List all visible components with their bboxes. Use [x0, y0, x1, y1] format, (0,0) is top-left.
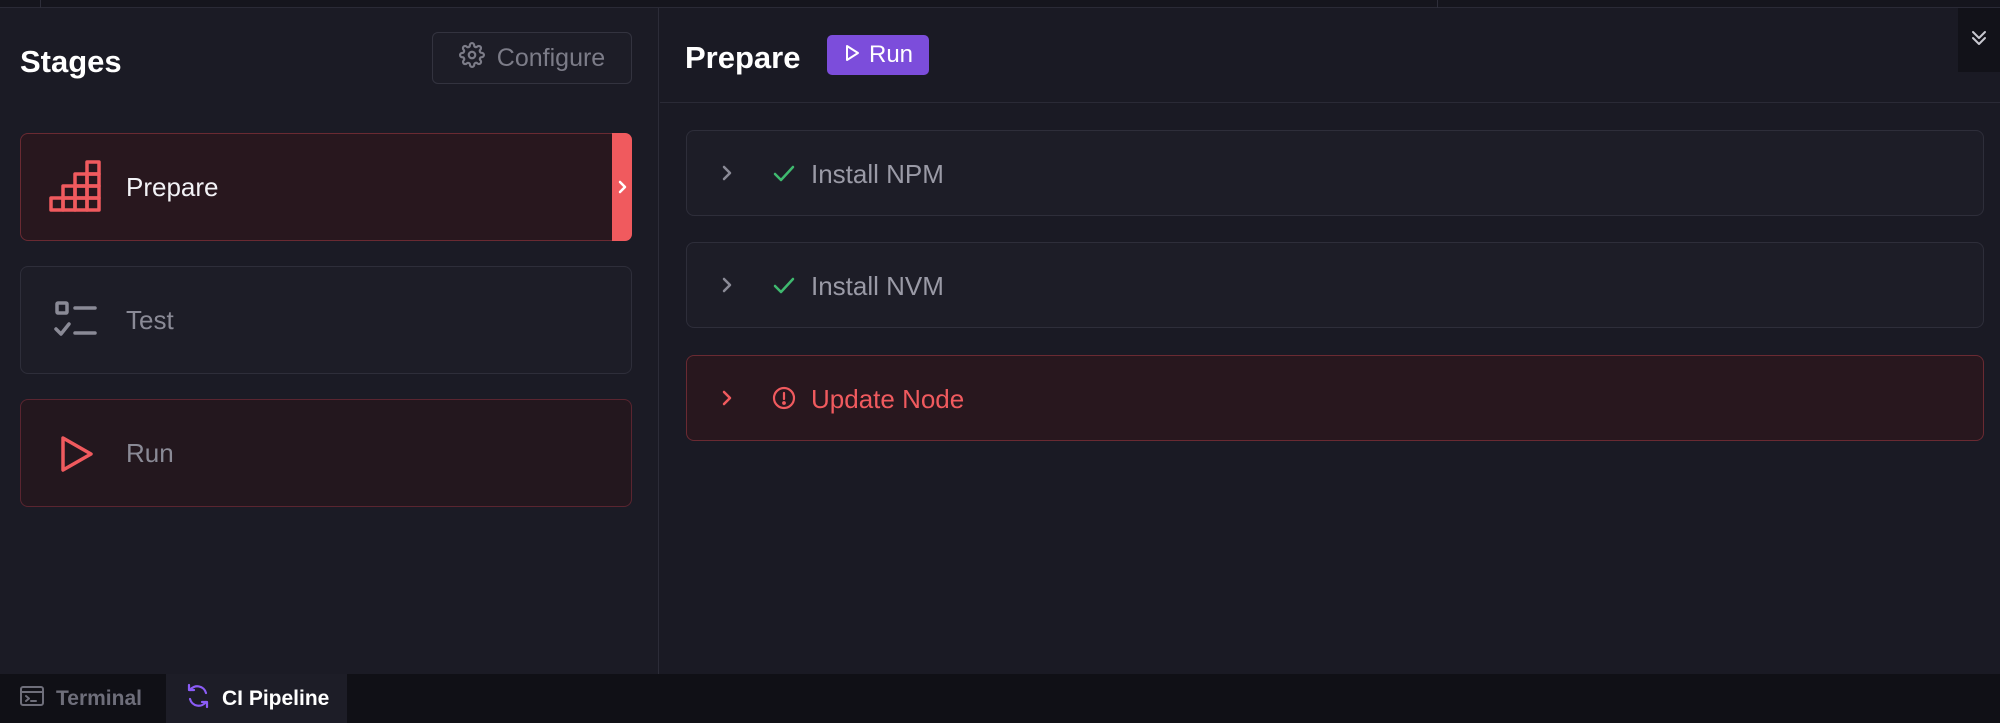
- stage-label: Test: [126, 304, 174, 335]
- terminal-icon: [18, 682, 46, 716]
- stage-test[interactable]: Test: [20, 266, 632, 374]
- stage-prepare[interactable]: Prepare: [20, 133, 632, 241]
- sidebar-title: Stages: [20, 44, 122, 79]
- step-label: Install NPM: [811, 159, 944, 189]
- checklist-icon: [47, 293, 103, 349]
- top-strip-divider: [40, 0, 41, 8]
- alert-circle-icon: [771, 385, 797, 411]
- tab-label: CI Pipeline: [222, 686, 330, 710]
- run-label: Run: [868, 41, 914, 68]
- stage-label: Run: [126, 437, 174, 468]
- stage-expand-handle[interactable]: [612, 133, 632, 241]
- chevron-right-icon[interactable]: [717, 275, 737, 295]
- chevron-right-icon[interactable]: [717, 163, 737, 183]
- stages-sidebar: Stages Configure Prepare Test Run: [0, 8, 659, 674]
- chevrons-down-icon: [1968, 27, 1990, 54]
- chevron-right-icon[interactable]: [717, 388, 737, 408]
- panel-header: Prepare Run: [660, 8, 2000, 103]
- tab-ci-pipeline[interactable]: CI Pipeline: [166, 674, 348, 723]
- panel-title: Prepare: [685, 40, 801, 75]
- play-icon: [843, 41, 861, 69]
- chevron-right-icon: [618, 180, 627, 194]
- refresh-icon: [184, 682, 212, 716]
- step-label: Update Node: [811, 384, 965, 414]
- check-icon: [771, 272, 797, 298]
- stage-run[interactable]: Run: [20, 399, 632, 507]
- tab-label: Terminal: [56, 686, 142, 710]
- step-label: Install NVM: [811, 271, 944, 301]
- configure-button[interactable]: Configure: [432, 32, 632, 84]
- stairs-icon: [47, 160, 103, 216]
- play-icon: [47, 426, 103, 482]
- step-update-node[interactable]: Update Node: [686, 355, 1984, 441]
- gear-icon: [458, 41, 485, 75]
- top-strip: [0, 0, 2000, 8]
- stage-label: Prepare: [126, 171, 219, 202]
- top-strip-divider: [1437, 0, 1438, 8]
- tab-terminal[interactable]: Terminal: [0, 674, 160, 723]
- configure-label: Configure: [496, 43, 606, 72]
- run-button[interactable]: Run: [827, 35, 929, 75]
- collapse-panel-button[interactable]: [1958, 8, 2000, 72]
- stage-detail-panel: Prepare Run Install NPM Install NVM Upda…: [660, 8, 2000, 674]
- step-install-npm[interactable]: Install NPM: [686, 130, 1984, 216]
- step-install-nvm[interactable]: Install NVM: [686, 242, 1984, 328]
- bottom-panel-tabs: Terminal CI Pipeline: [0, 674, 2000, 723]
- check-icon: [771, 160, 797, 186]
